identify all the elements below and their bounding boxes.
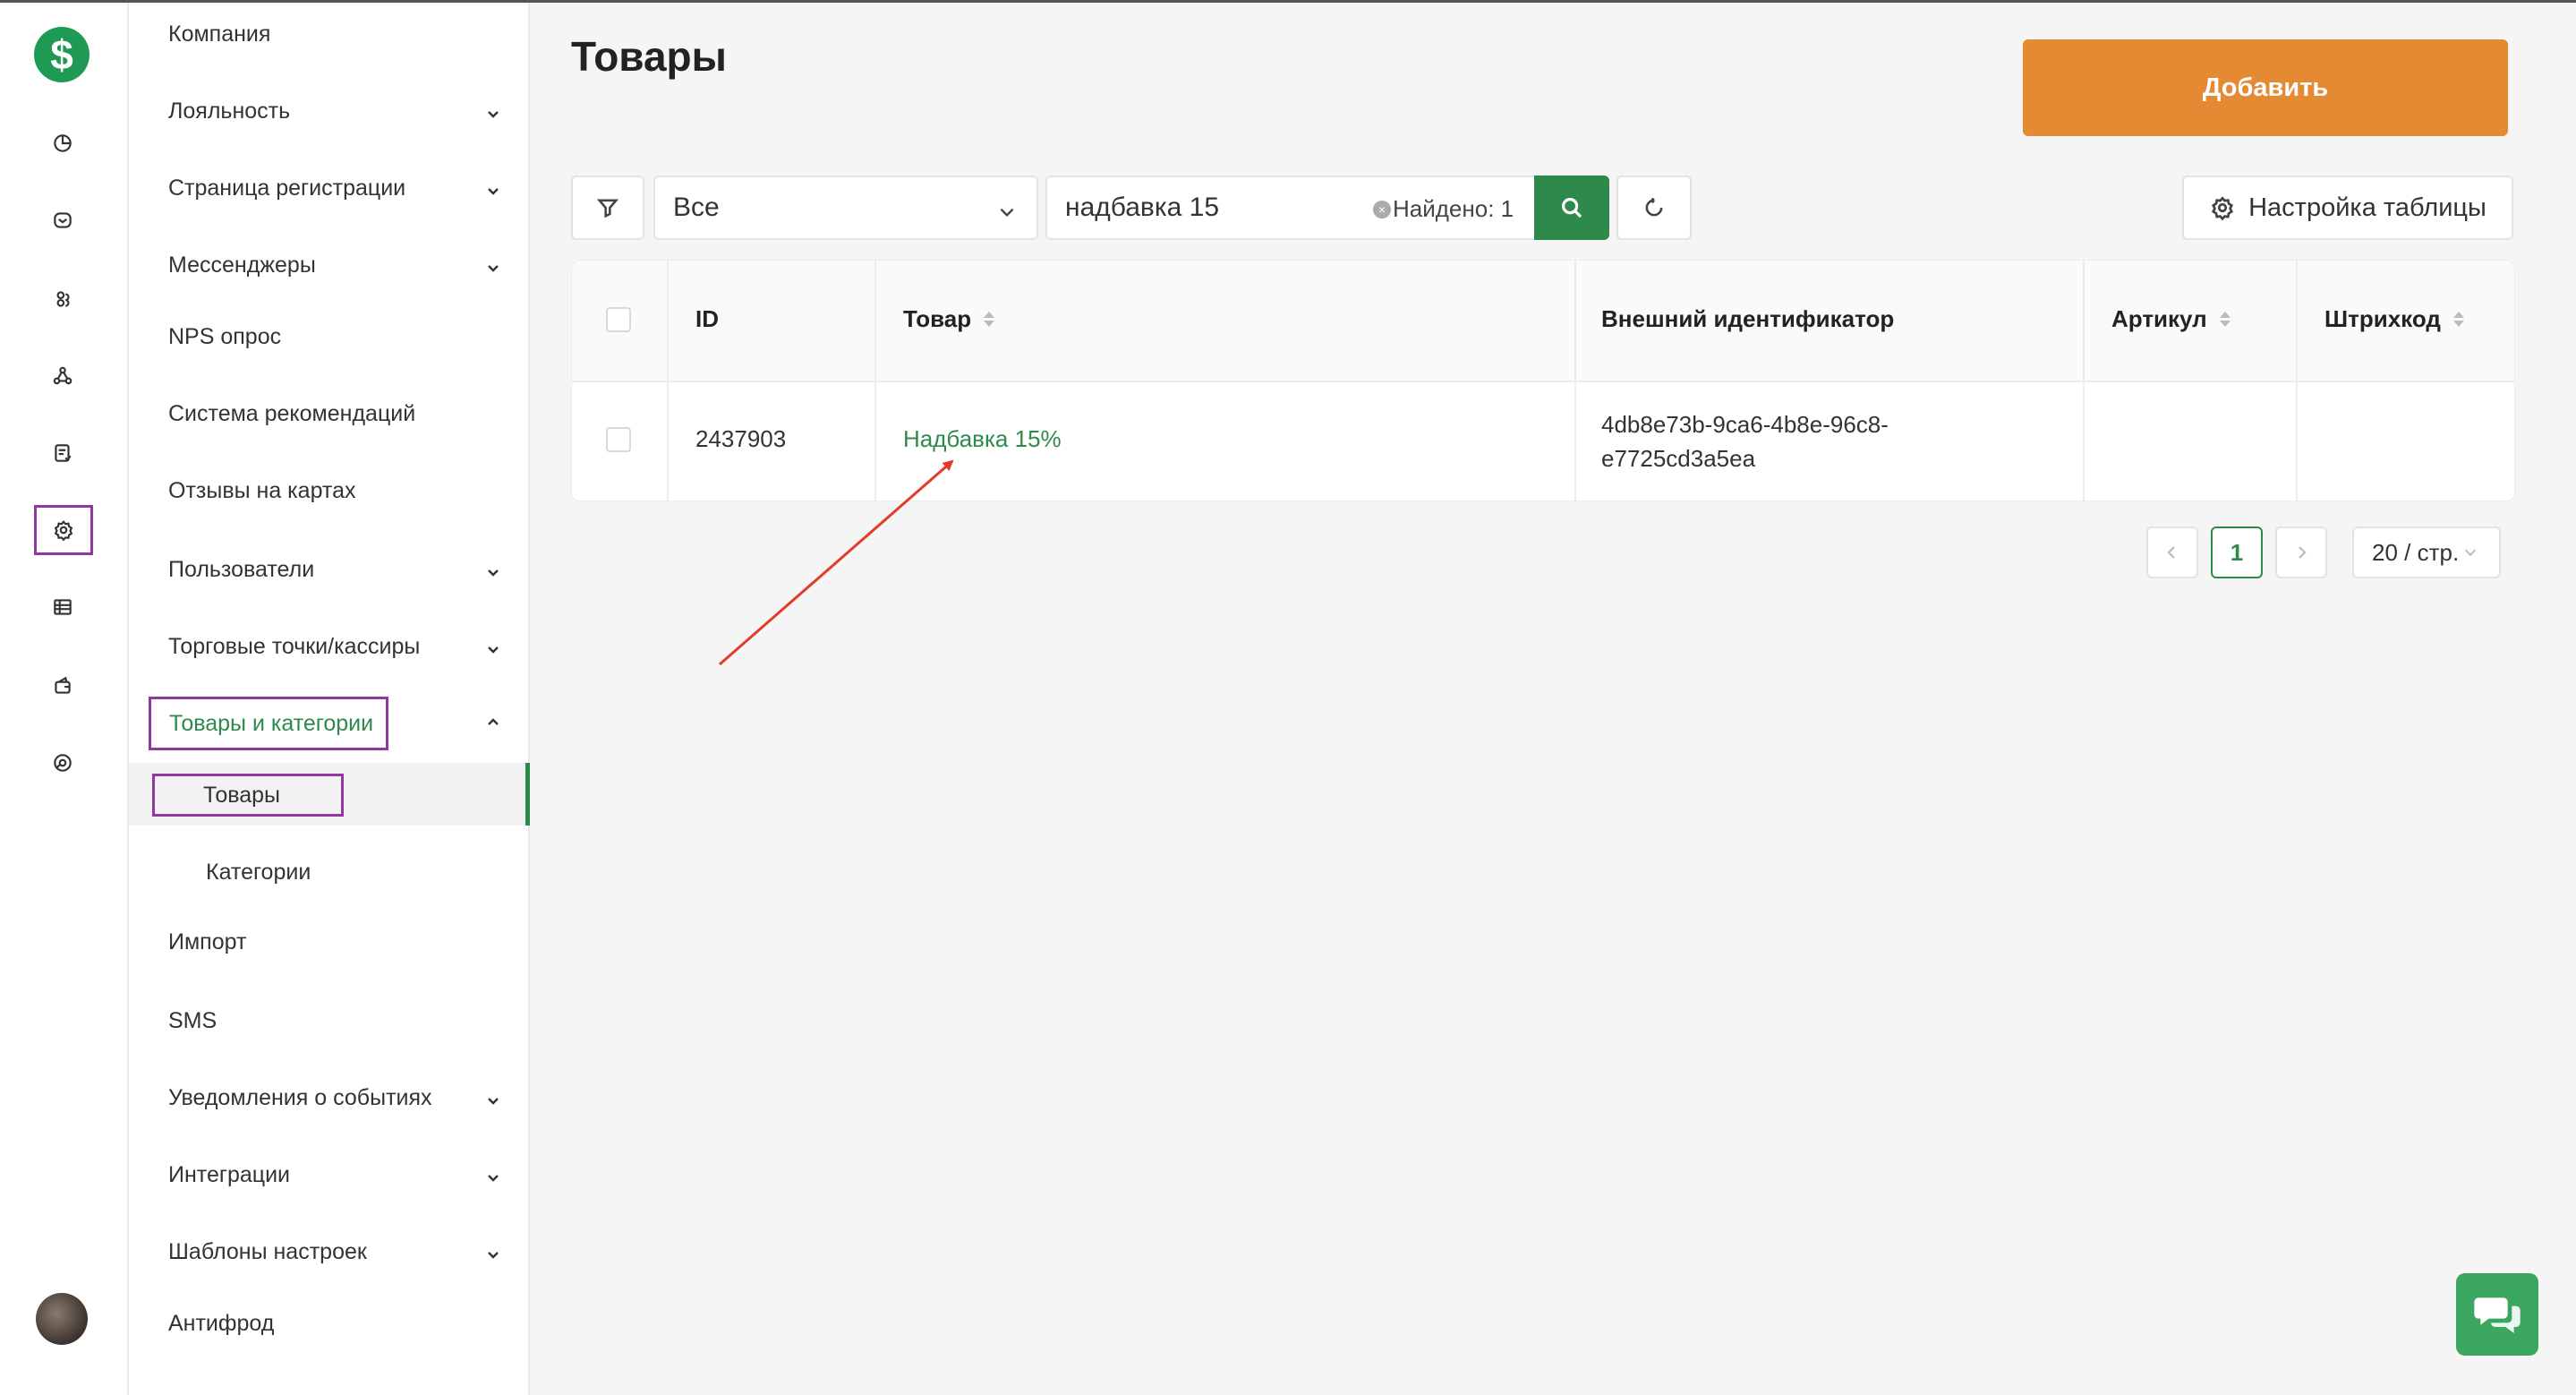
- menu-item-import[interactable]: Импорт: [168, 922, 501, 962]
- chevron-left-icon: [2167, 546, 2175, 559]
- chevron-right-icon: [2299, 546, 2307, 559]
- sort-icon[interactable]: [2219, 312, 2231, 327]
- top-border: [0, 0, 2576, 3]
- cell-external-id: 4db8e73b-9ca6-4b8e-96c8- e7725cd3a5ea: [1601, 407, 1889, 475]
- clear-search-icon[interactable]: ×: [1373, 201, 1391, 218]
- product-link[interactable]: Надбавка 15%: [903, 425, 1062, 453]
- col-barcode: Штрихкод: [2298, 261, 2514, 501]
- found-count: Найдено: 1: [1393, 195, 1514, 222]
- sort-icon[interactable]: [2452, 312, 2464, 327]
- status-select[interactable]: Все: [653, 175, 1038, 240]
- dollar-logo-icon: $: [50, 31, 73, 78]
- header-id[interactable]: ID: [695, 305, 719, 333]
- add-button[interactable]: Добавить: [2023, 39, 2508, 136]
- menu-item-messengers[interactable]: Мессенджеры: [168, 245, 501, 285]
- menu-item-nps[interactable]: NPS опрос: [168, 317, 501, 356]
- submenu-item-products[interactable]: Товары: [152, 774, 344, 817]
- menu-item-event-notifications[interactable]: Уведомления о событиях: [168, 1078, 501, 1117]
- settings-icon[interactable]: [34, 505, 93, 555]
- table-icon[interactable]: [39, 584, 86, 630]
- active-item-indicator: [525, 763, 530, 826]
- menu-item-setting-templates[interactable]: Шаблоны настроек: [168, 1232, 501, 1271]
- chevron-down-icon: [485, 1166, 501, 1182]
- dashboard-icon[interactable]: [39, 120, 86, 167]
- col-product: Товар Надбавка 15%: [876, 261, 1576, 501]
- filter-icon: [596, 199, 619, 218]
- cell-id: 2437903: [695, 425, 787, 452]
- menu-item-antifraud[interactable]: Антифрод: [168, 1304, 501, 1343]
- chevron-down-icon: [997, 199, 1017, 229]
- logo[interactable]: $: [34, 27, 90, 82]
- chevron-down-icon: [485, 638, 501, 654]
- chevron-down-icon: [485, 1243, 501, 1259]
- prev-page-button[interactable]: [2146, 526, 2198, 578]
- sort-icon[interactable]: [984, 312, 995, 327]
- page-title: Товары: [571, 33, 727, 80]
- status-select-value: Все: [673, 193, 720, 222]
- row-checkbox[interactable]: [606, 427, 631, 452]
- menu-item-registration-page[interactable]: Страница регистрации: [168, 168, 501, 208]
- search-input[interactable]: надбавка 15 × Найдено: 1: [1045, 175, 1534, 240]
- refresh-icon: [1645, 197, 1663, 217]
- table-settings-label: Настройка таблицы: [2248, 193, 2486, 222]
- menu-item-integrations[interactable]: Интеграции: [168, 1155, 501, 1194]
- menu-item-users[interactable]: Пользователи: [168, 550, 501, 589]
- table-settings-button[interactable]: Настройка таблицы: [2182, 175, 2513, 240]
- external-id-line-1: 4db8e73b-9ca6-4b8e-96c8-: [1601, 411, 1889, 438]
- search-input-value: надбавка 15: [1065, 193, 1220, 222]
- chat-button[interactable]: [2456, 1273, 2538, 1356]
- wallet-icon[interactable]: [39, 663, 86, 709]
- menu-item-company[interactable]: Компания: [168, 14, 501, 54]
- users-icon[interactable]: [39, 276, 86, 322]
- page-1-button[interactable]: 1: [2211, 526, 2263, 578]
- filter-button[interactable]: [571, 175, 644, 240]
- reports-icon[interactable]: [39, 430, 86, 476]
- chevron-down-icon: [2465, 549, 2477, 557]
- col-id: ID 2437903: [669, 261, 876, 501]
- settings-menu: Компания Лояльность Страница регистрации…: [129, 0, 530, 1395]
- submenu-item-categories[interactable]: Категории: [206, 852, 501, 892]
- menu-item-loyalty[interactable]: Лояльность: [168, 91, 501, 131]
- external-id-line-2: e7725cd3a5ea: [1601, 445, 1756, 472]
- select-all-checkbox[interactable]: [606, 307, 631, 332]
- header-external-id[interactable]: Внешний идентификатор: [1601, 305, 1894, 333]
- col-external-id: Внешний идентификатор 4db8e73b-9ca6-4b8e…: [1576, 261, 2085, 501]
- header-barcode[interactable]: Штрихкод: [2324, 305, 2464, 333]
- chevron-down-icon: [485, 561, 501, 577]
- col-sku: Артикул: [2085, 261, 2298, 501]
- search-icon: [1562, 198, 1582, 218]
- icon-rail: $: [0, 0, 129, 1395]
- chevron-down-icon: [485, 102, 501, 118]
- search-button[interactable]: [1534, 175, 1609, 240]
- chevron-down-icon: [485, 1089, 501, 1105]
- reset-button[interactable]: [1616, 175, 1692, 240]
- analytics-icon[interactable]: [39, 740, 86, 786]
- header-product[interactable]: Товар: [903, 305, 995, 333]
- menu-item-recommendations[interactable]: Система рекомендаций: [168, 394, 501, 433]
- next-page-button[interactable]: [2275, 526, 2327, 578]
- flow-icon[interactable]: [39, 353, 86, 399]
- menu-item-outlets[interactable]: Торговые точки/кассиры: [168, 627, 501, 666]
- chevron-down-icon: [485, 179, 501, 195]
- mail-icon[interactable]: [39, 197, 86, 244]
- chevron-down-icon: [485, 256, 501, 272]
- page-size-select[interactable]: 20 / стр.: [2352, 526, 2501, 578]
- col-checkbox: [572, 261, 669, 501]
- menu-item-products-categories[interactable]: Товары и категории: [149, 697, 389, 750]
- header-sku[interactable]: Артикул: [2111, 305, 2231, 333]
- menu-item-map-reviews[interactable]: Отзывы на картах: [168, 471, 501, 510]
- menu-item-sms[interactable]: SMS: [168, 1001, 501, 1040]
- chevron-up-icon: [485, 715, 501, 731]
- avatar[interactable]: [36, 1293, 88, 1345]
- page-size-value: 20 / стр.: [2372, 538, 2460, 566]
- products-table: ID 2437903 Товар Надбавка 15% Внешний ид…: [571, 260, 2515, 501]
- chat-icon: [2474, 1297, 2521, 1333]
- gear-icon: [2212, 196, 2234, 221]
